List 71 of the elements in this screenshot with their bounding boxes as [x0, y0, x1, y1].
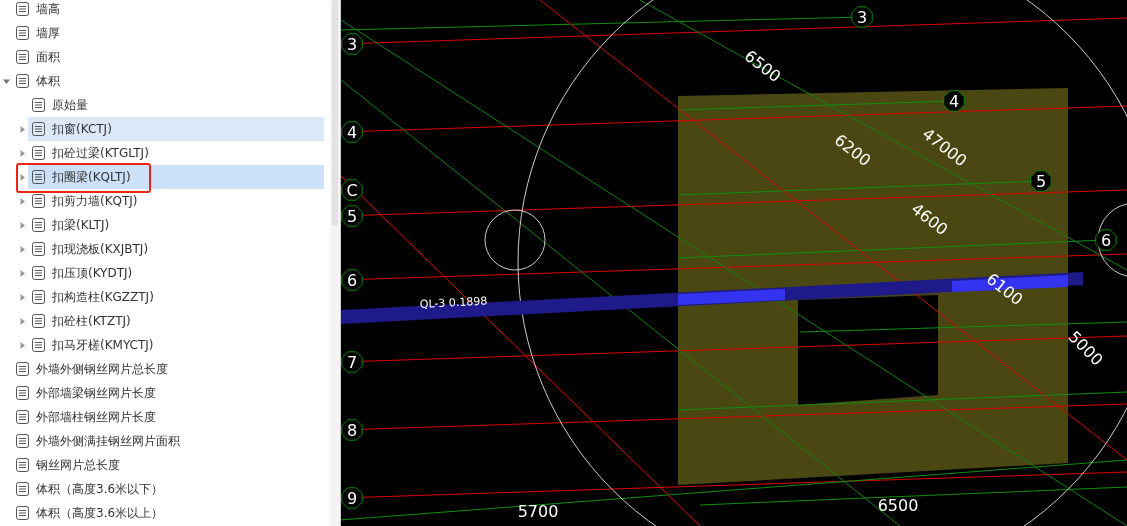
expand-caret-icon[interactable]: [18, 293, 26, 301]
tree-item[interactable]: 墙厚: [12, 21, 324, 45]
tree-item[interactable]: 扣压顶(KYDTJ): [28, 261, 324, 285]
expand-caret-icon[interactable]: [18, 149, 26, 157]
axis-bubble[interactable]: 4: [943, 90, 965, 112]
document-icon: [32, 194, 45, 208]
tree-item[interactable]: 面积: [12, 45, 324, 69]
tree-item[interactable]: 扣梁(KLTJ): [28, 213, 324, 237]
tree-item[interactable]: 墙高: [12, 0, 324, 21]
document-icon: [16, 50, 29, 64]
document-icon: [16, 482, 29, 496]
dimension-label: 5700: [517, 501, 559, 521]
tree-item[interactable]: 外部墙柱钢丝网片长度: [12, 405, 324, 429]
document-icon: [32, 146, 45, 160]
expand-caret-icon[interactable]: [18, 317, 26, 325]
tree-item[interactable]: 扣圈梁(KQLTJ): [28, 165, 324, 189]
axis-bubble[interactable]: 6: [1095, 229, 1117, 251]
document-icon: [16, 386, 29, 400]
dimension-label: 6500: [877, 495, 919, 515]
scrollbar[interactable]: [330, 0, 340, 526]
tree-item[interactable]: 扣窗(KCTJ): [28, 117, 324, 141]
tree-item[interactable]: 体积（高度3.6米以上）: [12, 501, 324, 525]
tree-item[interactable]: 外部墙梁钢丝网片长度: [12, 381, 324, 405]
document-icon: [16, 74, 29, 88]
axis-bubble[interactable]: C: [341, 179, 363, 201]
document-icon: [32, 314, 45, 328]
tree-item[interactable]: 扣砼柱(KTZTJ): [28, 309, 324, 333]
tree-item[interactable]: 原始量: [28, 93, 324, 117]
axis-bubble[interactable]: 5: [341, 205, 363, 227]
expand-caret-icon[interactable]: [18, 245, 26, 253]
axis-bubble[interactable]: 8: [341, 419, 363, 441]
axis-bubble[interactable]: 7: [341, 351, 363, 373]
tree-item[interactable]: 扣剪力墙(KQTJ): [28, 189, 324, 213]
expand-caret-icon[interactable]: [18, 125, 26, 133]
expand-caret-icon[interactable]: [18, 269, 26, 277]
axis-bubble[interactable]: 5: [1030, 170, 1052, 192]
axis-bubble[interactable]: 6: [341, 269, 363, 291]
document-icon: [16, 2, 29, 16]
document-icon: [16, 362, 29, 376]
tree-item[interactable]: 扣现浇板(KXJBTJ): [28, 237, 324, 261]
document-icon: [32, 338, 45, 352]
axis-bubble[interactable]: 3: [851, 6, 873, 28]
tree-item[interactable]: 扣马牙槎(KMYCTJ): [28, 333, 324, 357]
document-icon: [32, 122, 45, 136]
beam-label: QL-3 0.1898: [419, 294, 488, 311]
document-icon: [16, 506, 29, 520]
expand-caret-icon[interactable]: [18, 221, 26, 229]
document-icon: [16, 434, 29, 448]
axis-bubble[interactable]: 4: [341, 121, 363, 143]
document-icon: [32, 218, 45, 232]
document-icon: [16, 26, 29, 40]
tree-item[interactable]: 体积: [12, 69, 324, 93]
tree-item[interactable]: 扣砼过梁(KTGLTJ): [28, 141, 324, 165]
expand-caret-icon[interactable]: [18, 173, 26, 181]
tree-item[interactable]: 外墙外侧钢丝网片总长度: [12, 357, 324, 381]
collapse-caret-icon[interactable]: [2, 77, 10, 85]
document-icon: [32, 98, 45, 112]
axis-bubble[interactable]: 3: [341, 33, 363, 55]
tree-item[interactable]: 钢丝网片总长度: [12, 453, 324, 477]
document-icon: [32, 290, 45, 304]
document-icon: [16, 458, 29, 472]
expand-caret-icon[interactable]: [18, 197, 26, 205]
tree-item[interactable]: 外墙外侧满挂钢丝网片面积: [12, 429, 324, 453]
document-icon: [32, 266, 45, 280]
document-icon: [32, 170, 45, 184]
tree-item[interactable]: 扣构造柱(KGZZTJ): [28, 285, 324, 309]
document-icon: [16, 410, 29, 424]
document-icon: [32, 242, 45, 256]
tree-item[interactable]: 体积（高度3.6米以下）: [12, 477, 324, 501]
expand-caret-icon[interactable]: [18, 341, 26, 349]
axis-bubble[interactable]: 9: [341, 487, 363, 509]
